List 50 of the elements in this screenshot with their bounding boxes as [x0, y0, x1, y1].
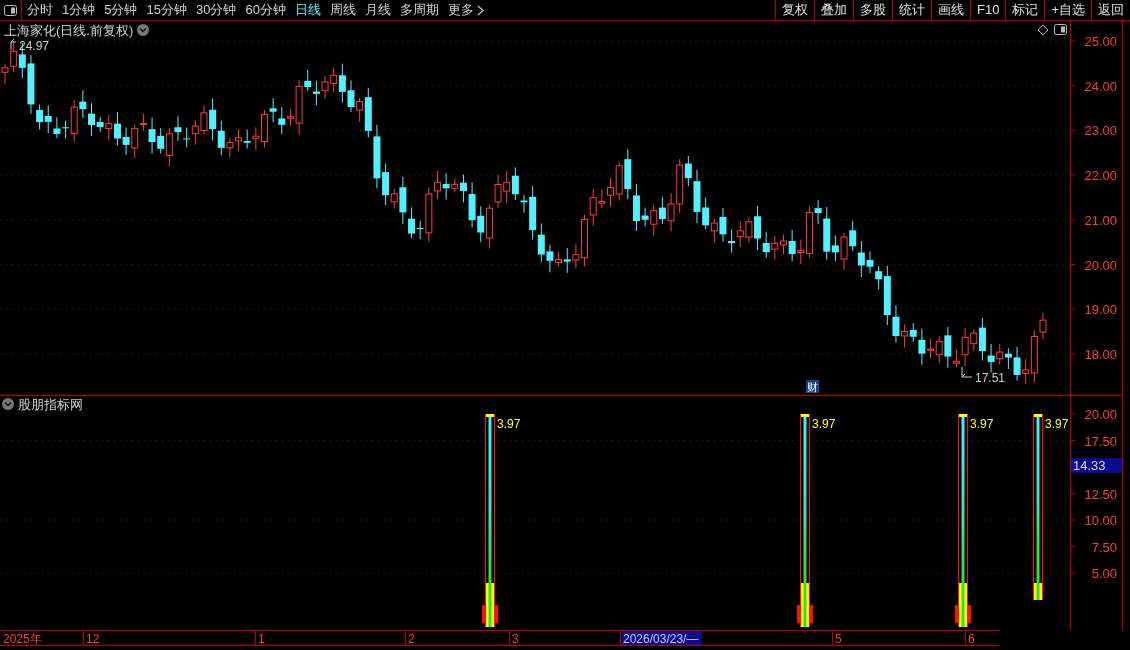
- event-badge[interactable]: 财: [806, 380, 819, 393]
- axis-label: 18.00: [1084, 346, 1117, 362]
- chevron-right-icon[interactable]: [476, 4, 484, 16]
- axis-label: 1: [258, 632, 265, 646]
- diamond-icon[interactable]: [1037, 24, 1049, 36]
- panel-toggle-icon[interactable]: [4, 4, 17, 16]
- high-marker-icon: [10, 38, 17, 51]
- axis-label: 25.00: [1084, 34, 1117, 49]
- axis-label: 22.00: [1084, 168, 1117, 184]
- period-tab[interactable]: 60分钟: [245, 0, 286, 20]
- axis-label: 10.00: [1084, 513, 1117, 528]
- axis-label: 7.50: [1091, 539, 1117, 555]
- axis-label: 19.00: [1084, 302, 1117, 318]
- chart-title: 上海家化(日线.前复权): [4, 23, 134, 38]
- signal-value-label: 3.97: [812, 417, 836, 431]
- period-tab[interactable]: 日线: [294, 0, 321, 20]
- signal-value-label: 3.97: [497, 417, 521, 431]
- axis-label: 12.50: [1084, 486, 1117, 502]
- period-tab[interactable]: 更多: [447, 0, 474, 20]
- period-tab[interactable]: 分时: [27, 0, 53, 20]
- axis-label: 2025年: [3, 632, 42, 646]
- axis-label: 2: [408, 632, 415, 646]
- axis-label: 5.00: [1091, 566, 1117, 581]
- axis-label: 20.00: [1084, 257, 1117, 273]
- axis-label: 3: [512, 632, 519, 646]
- period-tab[interactable]: 多周期: [399, 0, 439, 20]
- dropdown-icon[interactable]: [2, 398, 14, 410]
- current-value-label: 14.33: [1071, 458, 1122, 473]
- cursor-date-label: 2026/03/23/—: [622, 631, 702, 646]
- low-price-label: 17.51: [975, 371, 1006, 385]
- low-marker-icon: [961, 366, 973, 378]
- signal-value-label: 3.97: [1045, 417, 1069, 431]
- axis-label: 5: [835, 632, 842, 646]
- axis-label: 12: [86, 632, 100, 646]
- axis-label: 24.00: [1084, 78, 1117, 94]
- period-tab[interactable]: 5分钟: [104, 0, 138, 20]
- indicator-title: 股朋指标网: [18, 397, 83, 412]
- period-tab[interactable]: 30分钟: [195, 0, 237, 20]
- dropdown-icon[interactable]: [137, 24, 149, 36]
- axis-label: 17.50: [1084, 433, 1117, 449]
- axis-label: 20.00: [1084, 407, 1117, 422]
- period-tab[interactable]: 15分钟: [146, 0, 187, 20]
- period-tab[interactable]: 周线: [329, 0, 356, 20]
- panel-toggle-icon[interactable]: [1054, 24, 1067, 35]
- axis-label: 21.00: [1084, 212, 1117, 228]
- signal-value-label: 3.97: [970, 417, 994, 431]
- period-tab[interactable]: 1分钟: [62, 0, 96, 20]
- axis-label: 6: [968, 632, 975, 646]
- axis-label: 23.00: [1084, 123, 1117, 139]
- period-tab[interactable]: 月线: [364, 0, 391, 20]
